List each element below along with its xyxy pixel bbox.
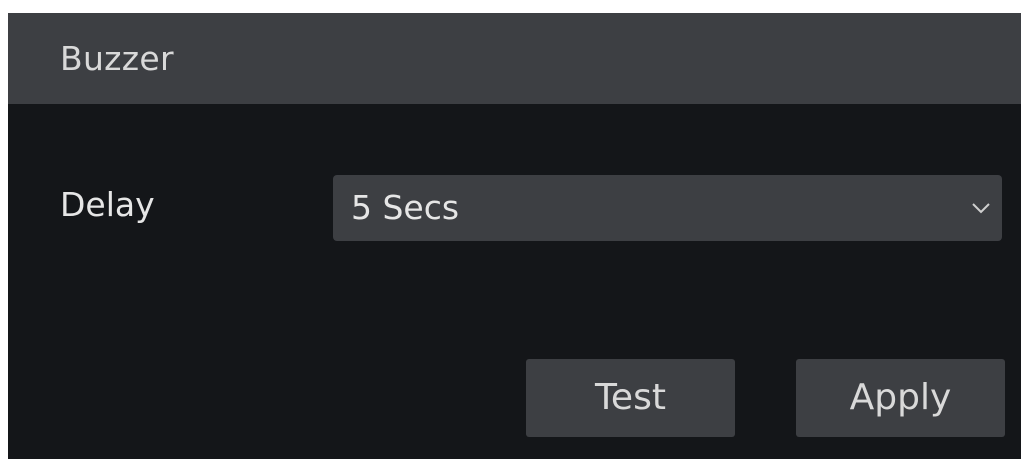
buzzer-panel: Buzzer Delay 5 Secs Test Apply xyxy=(8,13,1021,459)
panel-title: Buzzer xyxy=(60,39,174,78)
delay-label: Delay xyxy=(60,185,155,224)
apply-button[interactable]: Apply xyxy=(796,359,1005,437)
test-button[interactable]: Test xyxy=(526,359,735,437)
chevron-down-icon xyxy=(970,197,992,219)
delay-select[interactable]: 5 Secs xyxy=(333,175,1002,241)
panel-header: Buzzer xyxy=(8,13,1021,104)
delay-select-value: 5 Secs xyxy=(351,188,460,227)
